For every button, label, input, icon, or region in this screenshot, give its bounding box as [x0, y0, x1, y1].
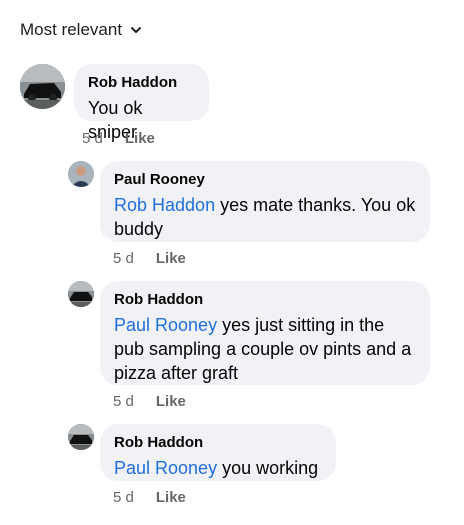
avatar[interactable] [68, 424, 94, 450]
comment-text: Paul Rooney yes just sitting in the pub … [114, 313, 416, 385]
sort-label: Most relevant [20, 20, 123, 39]
comment-bubble: Rob Haddon You ok sniper [74, 64, 209, 142]
comment-body: you working [217, 458, 319, 478]
comment-text: Rob Haddon yes mate thanks. You ok buddy [114, 193, 416, 241]
mention-link[interactable]: Paul Rooney [114, 458, 217, 478]
comment-actions: 5 d Like [113, 250, 186, 267]
comment-timestamp[interactable]: 5 d [113, 489, 134, 506]
comment-timestamp[interactable]: 5 d [113, 250, 134, 267]
comment-author[interactable]: Rob Haddon [114, 290, 416, 310]
chevron-down-icon [131, 27, 142, 33]
like-button[interactable]: Like [156, 250, 186, 267]
comment-author[interactable]: Paul Rooney [114, 170, 416, 190]
avatar[interactable] [20, 64, 65, 109]
comment-author[interactable]: Rob Haddon [114, 433, 322, 453]
car-photo-icon [68, 424, 94, 450]
car-photo-icon [68, 281, 94, 307]
comment-bubble: Rob Haddon Paul Rooney you working [100, 424, 336, 481]
comment-timestamp[interactable]: 5 d [113, 393, 134, 410]
like-button[interactable]: Like [156, 489, 186, 506]
sort-dropdown[interactable]: Most relevant [20, 20, 142, 40]
car-photo-icon [20, 64, 65, 109]
comment-author[interactable]: Rob Haddon [88, 73, 195, 93]
mention-link[interactable]: Rob Haddon [114, 195, 215, 215]
comment-text: Paul Rooney you working [114, 456, 322, 480]
comment-actions: 5 d Like [113, 489, 186, 506]
person-photo-icon [68, 161, 94, 187]
comment-actions: 5 d Like [113, 393, 186, 410]
avatar[interactable] [68, 161, 94, 187]
comment-timestamp[interactable]: 5 d [82, 130, 103, 147]
comment-bubble: Rob Haddon Paul Rooney yes just sitting … [100, 281, 430, 385]
comment-actions: 5 d Like [82, 130, 155, 147]
mention-link[interactable]: Paul Rooney [114, 315, 217, 335]
like-button[interactable]: Like [125, 130, 155, 147]
avatar[interactable] [68, 281, 94, 307]
comment-bubble: Paul Rooney Rob Haddon yes mate thanks. … [100, 161, 430, 242]
like-button[interactable]: Like [156, 393, 186, 410]
